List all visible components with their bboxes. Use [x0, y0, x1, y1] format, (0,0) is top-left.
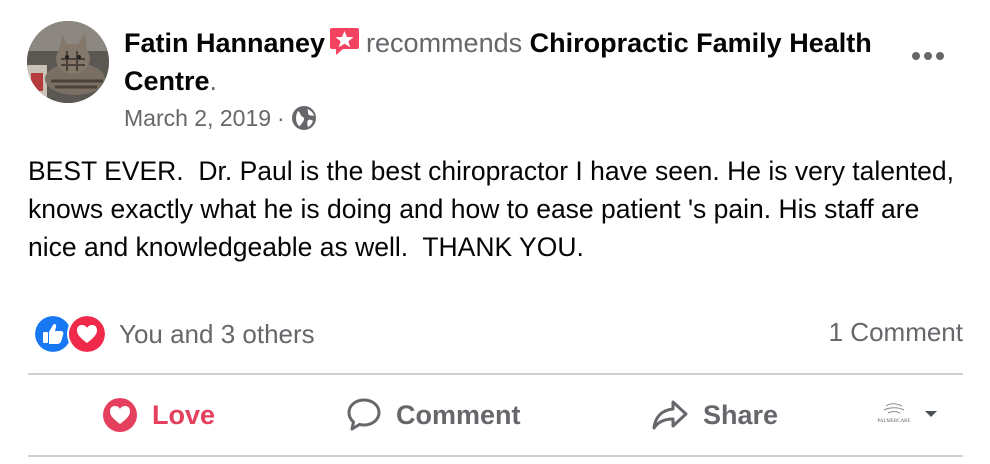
recommend-badge-icon [329, 26, 360, 56]
more-horizontal-icon [912, 52, 944, 60]
share-arrow-icon [652, 400, 688, 430]
divider [28, 455, 963, 457]
page-logo-text: PALMERCARE [877, 419, 910, 424]
divider [28, 373, 963, 375]
date-separator: · [277, 105, 285, 131]
share-button-label: Share [703, 399, 779, 430]
more-options-button[interactable] [910, 44, 946, 68]
cat-photo-avatar-image [27, 21, 109, 103]
love-reaction-icon [103, 398, 137, 432]
comment-icon [347, 398, 381, 431]
header-period: . [209, 66, 218, 96]
love-button[interactable]: Love [102, 393, 215, 437]
love-icon [67, 314, 107, 354]
post-date[interactable]: March 2, 2019 [124, 101, 271, 135]
review-post: Fatin Hannaney recommends Chiropractic F… [0, 0, 990, 464]
love-button-label: Love [152, 399, 216, 430]
comment-count-link[interactable]: 1 Comment [829, 314, 963, 350]
comment-button[interactable]: Comment [346, 393, 521, 437]
post-meta: March 2, 2019 · [124, 101, 317, 135]
reactions-summary[interactable]: You and 3 others [33, 314, 315, 354]
post-header: Fatin Hannaney recommends Chiropractic F… [124, 24, 894, 100]
chevron-down-icon [925, 411, 937, 417]
globe-icon[interactable] [291, 105, 317, 131]
review-body-text: BEST EVER. Dr. Paul is the best chiropra… [28, 156, 962, 262]
reaction-summary-text[interactable]: You and 3 others [119, 319, 315, 350]
recommends-verb: recommends [366, 28, 523, 58]
author-name[interactable]: Fatin Hannaney [124, 28, 325, 58]
acting-as-page-selector[interactable]: PALMERCARE [872, 400, 938, 428]
author-avatar[interactable] [27, 21, 109, 103]
share-button[interactable]: Share [651, 393, 778, 437]
page-logo-icon: PALMERCARE [877, 403, 911, 424]
comment-button-label: Comment [396, 399, 521, 430]
